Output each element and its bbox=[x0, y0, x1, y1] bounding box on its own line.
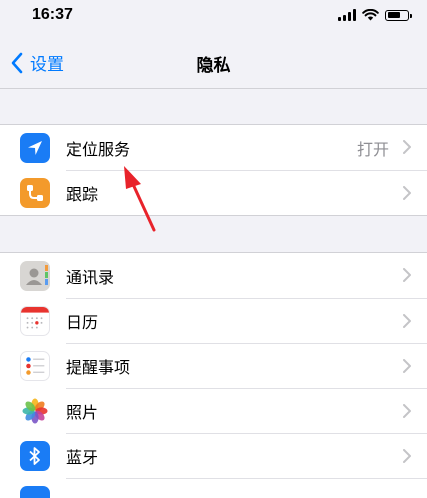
row-label: 日历 bbox=[66, 313, 99, 332]
battery-icon bbox=[385, 9, 412, 21]
calendar-icon bbox=[20, 306, 50, 336]
row-label: 蓝牙 bbox=[66, 448, 99, 467]
status-icons bbox=[338, 9, 412, 21]
settings-group-2: 通讯录 日历 提醒事项 照片 蓝牙 bbox=[0, 252, 427, 498]
tracking-icon bbox=[20, 178, 50, 208]
contacts-icon bbox=[20, 261, 50, 291]
reminders-icon bbox=[20, 351, 50, 381]
chevron-right-icon bbox=[403, 314, 411, 328]
chevron-right-icon bbox=[403, 404, 411, 418]
chevron-right-icon bbox=[403, 268, 411, 282]
row-calendar[interactable]: 日历 bbox=[0, 298, 427, 343]
row-location-services[interactable]: 定位服务 打开 bbox=[0, 125, 427, 170]
battery-level bbox=[387, 12, 401, 18]
status-bar: 16:37 bbox=[0, 0, 427, 36]
cellular-signal-icon bbox=[338, 9, 356, 21]
row-label: 照片 bbox=[66, 403, 99, 422]
settings-group-1: 定位服务 打开 跟踪 bbox=[0, 124, 427, 216]
row-bluetooth[interactable]: 蓝牙 bbox=[0, 433, 427, 478]
chevron-right-icon bbox=[403, 449, 411, 463]
row-label: 定位服务 bbox=[66, 139, 131, 159]
row-reminders[interactable]: 提醒事项 bbox=[0, 343, 427, 388]
photos-icon bbox=[20, 396, 50, 426]
row-contacts[interactable]: 通讯录 bbox=[0, 253, 427, 298]
row-label: 跟踪 bbox=[66, 185, 99, 204]
row-detail-value: 打开 bbox=[356, 139, 389, 159]
row-label: 提醒事项 bbox=[66, 358, 131, 377]
chevron-right-icon bbox=[403, 140, 411, 154]
chevron-right-icon bbox=[403, 186, 411, 200]
navigation-bar: 设置 隐私 bbox=[0, 36, 427, 89]
row-photos[interactable]: 照片 bbox=[0, 388, 427, 433]
status-time: 16:37 bbox=[32, 6, 73, 23]
location-arrow-icon bbox=[20, 133, 50, 163]
chevron-right-icon bbox=[403, 359, 411, 373]
wifi-icon bbox=[362, 9, 379, 21]
row-label: 通讯录 bbox=[66, 267, 115, 287]
bluetooth-icon bbox=[20, 441, 50, 471]
partial-app-icon bbox=[20, 486, 50, 498]
row-tracking[interactable]: 跟踪 bbox=[0, 170, 427, 215]
row-next-partial[interactable] bbox=[0, 478, 427, 498]
page-title: 隐私 bbox=[196, 56, 231, 76]
